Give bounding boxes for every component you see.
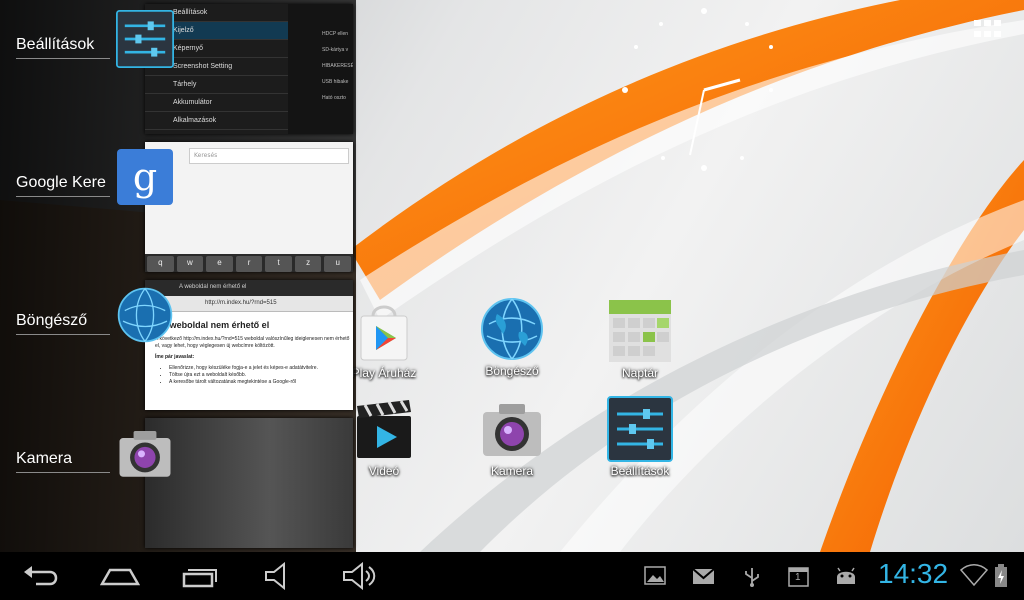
thumb-tips-title: Íme pár javaslat:	[155, 354, 195, 360]
system-bar: 1	[0, 552, 1024, 600]
svg-text:g: g	[133, 155, 157, 199]
thumb-row: Alkalmazások	[145, 112, 288, 130]
thumb-keyboard: q w e r t z u	[145, 254, 353, 272]
thumb-text: HDCP ellen	[322, 31, 349, 37]
thumb-url: http://m.index.hu/?rnd=515	[145, 296, 353, 312]
recent-label-browser[interactable]: Böngésző	[16, 312, 110, 335]
app-label: Naptár	[621, 366, 659, 380]
wifi-icon[interactable]	[959, 564, 989, 587]
google-search-icon: g	[116, 148, 174, 206]
settings-icon	[607, 396, 673, 462]
recent-apps-panel: Beállítások Kijelző Képernyő Screenshot …	[0, 0, 356, 552]
app-browser[interactable]: Böngésző	[462, 296, 562, 378]
gallery-notification-icon[interactable]	[644, 566, 668, 586]
video-icon	[351, 396, 417, 462]
app-label: Kamera	[490, 464, 534, 478]
app-label: Beállítások	[610, 464, 670, 478]
gmail-notification-icon[interactable]	[692, 568, 716, 586]
camera-icon	[479, 396, 545, 462]
recent-thumbnail-settings[interactable]: Beállítások Kijelző Képernyő Screenshot …	[145, 4, 353, 134]
key: t	[265, 256, 292, 272]
usb-notification-icon[interactable]	[742, 566, 762, 588]
thumb-text: Ható oszto	[322, 95, 346, 101]
thumb-tip: Ellenőrizze, hogy készüléke fogja-e a je…	[169, 365, 353, 372]
app-calendar[interactable]: Naptár	[590, 298, 690, 380]
thumb-search-field: Keresés	[189, 148, 349, 164]
back-icon[interactable]	[22, 562, 62, 590]
app-label: Böngésző	[485, 364, 539, 378]
recent-thumbnail-camera[interactable]	[145, 418, 353, 548]
android-debug-icon[interactable]	[834, 566, 858, 586]
recent-label-google-search[interactable]: Google Kere	[16, 174, 110, 197]
play-store-icon	[351, 298, 417, 364]
recent-apps-icon[interactable]	[180, 562, 220, 590]
recent-thumbnail-google-search[interactable]: Keresés q w e r t z u	[145, 142, 353, 272]
calendar-notification-icon[interactable]: 1	[788, 566, 810, 588]
thumb-text: USB hibake	[322, 79, 349, 85]
key: w	[176, 256, 204, 272]
thumb-tab: A weboldal nem érhető el	[145, 280, 353, 296]
key: r	[235, 256, 263, 272]
browser-globe-icon	[479, 296, 545, 362]
recent-thumbnail-browser[interactable]: A weboldal nem érhető el http://m.index.…	[145, 280, 353, 410]
recent-label-camera[interactable]: Kamera	[16, 450, 110, 473]
key: e	[206, 256, 233, 272]
thumb-tip: A keresőbe tárolt változatának megtekint…	[169, 379, 353, 386]
app-settings[interactable]: Beállítások	[590, 396, 690, 478]
home-icon[interactable]	[99, 562, 141, 590]
thumb-text: HIBAKERESÉS	[322, 63, 353, 69]
browser-globe-icon	[116, 286, 174, 344]
thumb-paragraph: A következő http://m.index.hu/?rnd=515 w…	[155, 336, 350, 349]
recent-label-settings[interactable]: Beállítások	[16, 36, 110, 59]
notification-count: 1	[795, 572, 801, 583]
volume-down-icon[interactable]	[262, 561, 302, 591]
settings-icon	[116, 10, 174, 68]
analog-clock-widget[interactable]	[612, 0, 792, 180]
app-camera[interactable]: Kamera	[462, 396, 562, 478]
key: q	[147, 256, 174, 272]
key: u	[324, 256, 352, 272]
battery-charging-icon[interactable]	[994, 564, 1008, 588]
camera-icon	[116, 424, 174, 482]
status-clock[interactable]: 14:32	[878, 558, 948, 590]
thumb-text: SD-kártya v	[322, 47, 349, 53]
thumb-row: Tárhely	[145, 76, 288, 94]
thumb-tip: Töltse újra ezt a weboldalt később.	[169, 372, 353, 379]
calendar-icon	[607, 298, 673, 364]
all-apps-icon[interactable]	[974, 20, 1002, 38]
thumb-heading: A weboldal nem érhető el	[161, 320, 270, 330]
key: z	[294, 256, 322, 272]
thumb-row: Akkumulátor	[145, 94, 288, 112]
volume-up-icon[interactable]	[340, 561, 380, 591]
